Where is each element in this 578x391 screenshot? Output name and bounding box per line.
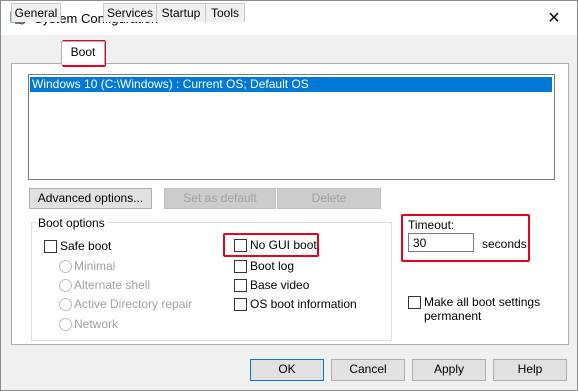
system-configuration-window: System Configuration ✕ General Boot Serv… bbox=[0, 0, 578, 391]
make-permanent-label-line2: permanent bbox=[424, 309, 482, 323]
timeout-label: Timeout: bbox=[408, 218, 455, 232]
tab-general[interactable]: General bbox=[11, 3, 61, 22]
boot-options-label: Boot options bbox=[35, 216, 108, 230]
no-gui-boot-checkbox[interactable] bbox=[234, 239, 247, 252]
safe-boot-label: Safe boot bbox=[60, 239, 112, 253]
base-video-checkbox[interactable] bbox=[234, 279, 247, 292]
alternate-shell-radio[interactable] bbox=[59, 279, 72, 292]
os-list-item[interactable]: Windows 10 (C:\Windows) : Current OS; De… bbox=[30, 77, 552, 92]
minimal-label: Minimal bbox=[74, 259, 116, 273]
timeout-unit-label: seconds bbox=[482, 237, 527, 251]
tab-boot-label: Boot bbox=[70, 45, 96, 59]
tab-boot[interactable]: Boot bbox=[61, 41, 105, 65]
close-icon[interactable]: ✕ bbox=[531, 1, 577, 35]
network-radio[interactable] bbox=[59, 318, 72, 331]
help-button[interactable]: Help bbox=[493, 359, 567, 381]
active-directory-repair-radio[interactable] bbox=[59, 298, 72, 311]
make-permanent-label-line1: Make all boot settings bbox=[424, 295, 541, 309]
advanced-options-button[interactable]: Advanced options... bbox=[29, 188, 152, 209]
title-bar: System Configuration ✕ bbox=[1, 1, 577, 35]
make-permanent-checkbox[interactable] bbox=[408, 296, 421, 309]
base-video-label: Base video bbox=[250, 278, 310, 292]
safe-boot-checkbox[interactable] bbox=[44, 240, 57, 253]
os-boot-information-label: OS boot information bbox=[250, 297, 357, 311]
network-label: Network bbox=[74, 317, 119, 331]
tab-startup[interactable]: Startup bbox=[156, 3, 206, 22]
tab-services[interactable]: Services bbox=[103, 3, 157, 22]
active-directory-repair-label: Active Directory repair bbox=[74, 297, 193, 311]
os-list[interactable]: Windows 10 (C:\Windows) : Current OS; De… bbox=[28, 74, 555, 180]
apply-button[interactable]: Apply bbox=[412, 359, 486, 381]
boot-panel: Windows 10 (C:\Windows) : Current OS; De… bbox=[11, 63, 569, 345]
ok-button[interactable]: OK bbox=[250, 359, 324, 381]
tab-tools[interactable]: Tools bbox=[205, 3, 245, 22]
boot-log-label: Boot log bbox=[250, 259, 295, 273]
alternate-shell-label: Alternate shell bbox=[74, 278, 151, 292]
minimal-radio[interactable] bbox=[59, 260, 72, 273]
delete-button[interactable]: Delete bbox=[277, 188, 381, 209]
timeout-input[interactable]: 30 bbox=[408, 233, 474, 252]
no-gui-boot-label: No GUI boot bbox=[250, 238, 317, 252]
os-boot-information-checkbox[interactable] bbox=[234, 298, 247, 311]
boot-log-checkbox[interactable] bbox=[234, 260, 247, 273]
set-as-default-button[interactable]: Set as default bbox=[164, 188, 276, 209]
cancel-button[interactable]: Cancel bbox=[331, 359, 405, 381]
